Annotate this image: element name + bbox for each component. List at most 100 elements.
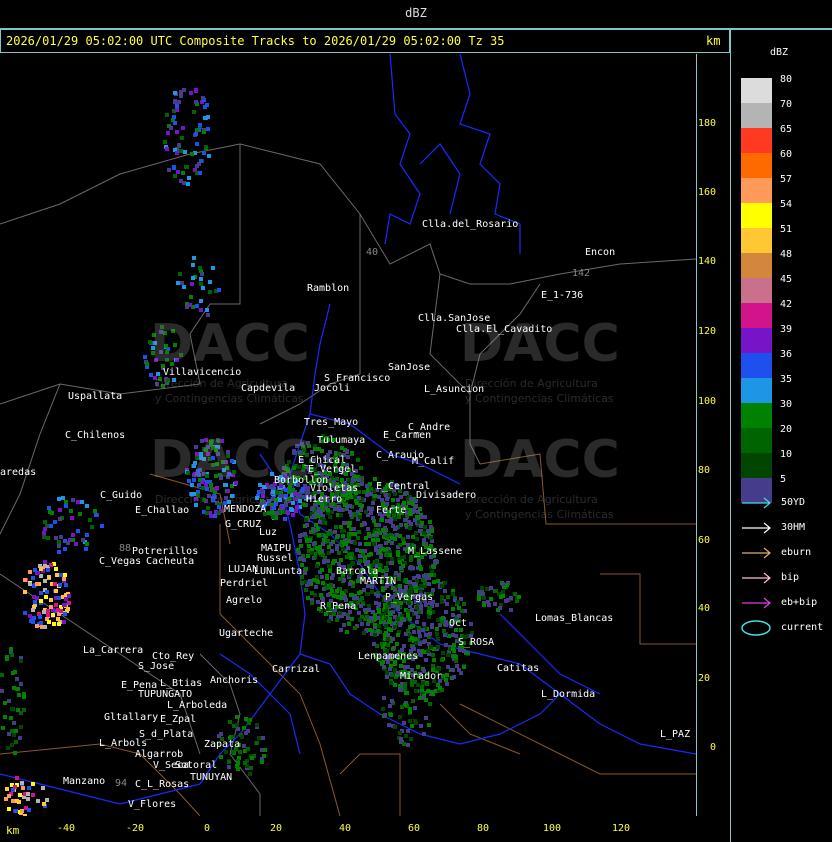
place-label: Agrelo (226, 595, 263, 606)
place-label: E_Vergel (308, 464, 357, 475)
radar-echo-pixel (486, 600, 490, 604)
radar-echo-pixel (432, 565, 436, 569)
radar-echo-pixel (180, 281, 184, 285)
radar-echo-pixel (326, 539, 330, 543)
radar-echo-pixel (300, 581, 304, 585)
radar-echo-pixel (43, 527, 47, 531)
radar-echo-pixel (365, 484, 369, 488)
radar-echo-pixel (1, 726, 5, 730)
radar-echo-pixel (329, 583, 333, 587)
radar-echo-pixel (408, 512, 412, 516)
radar-echo-pixel (440, 600, 444, 604)
radar-echo-pixel (42, 802, 46, 806)
radar-echo-pixel (381, 528, 385, 532)
dbz-swatch (741, 253, 772, 278)
place-label: Oct (449, 618, 468, 629)
radar-echo-pixel (360, 596, 364, 600)
dbz-swatch-label: 35 (780, 374, 793, 385)
y-tick-label: 80 (698, 465, 711, 476)
radar-echo-pixel (410, 724, 414, 728)
radar-echo-pixel (302, 558, 306, 562)
radar-echo-pixel (175, 130, 179, 134)
radar-echo-pixel (165, 147, 169, 151)
radar-echo-pixel (310, 591, 314, 595)
dbz-swatch (741, 103, 772, 128)
radar-echo-pixel (326, 559, 330, 563)
radar-echo-pixel (31, 793, 35, 797)
radar-echo-pixel (81, 538, 85, 542)
radar-echo-pixel (176, 170, 180, 174)
watermark-line2-2: y Contingencias Climáticas (465, 392, 614, 405)
place-label: E_Zpal (160, 714, 197, 725)
radar-echo-pixel (456, 600, 460, 604)
radar-echo-pixel (451, 654, 455, 658)
radar-echo-pixel (402, 644, 406, 648)
radar-echo-pixel (231, 750, 235, 754)
radar-echo-pixel (145, 362, 149, 366)
radar-echo-pixel (63, 573, 67, 577)
place-label: Sotoral (175, 760, 218, 771)
radar-echo-pixel (406, 609, 410, 613)
radar-echo-pixel (189, 295, 193, 299)
radar-echo-pixel (451, 633, 455, 637)
radar-echo-pixel (250, 756, 254, 760)
radar-echo-pixel (62, 620, 66, 624)
radar-echo-pixel (357, 496, 361, 500)
radar-echo-pixel (7, 699, 11, 703)
track-label: 30HM (781, 522, 806, 533)
radar-echo-pixel (342, 612, 346, 616)
radar-echo-pixel (360, 482, 364, 486)
radar-echo-pixel (173, 174, 177, 178)
radar-echo-pixel (211, 266, 215, 270)
place-label: L_Btias (160, 678, 203, 689)
radar-echo-pixel (339, 513, 343, 517)
radar-echo-pixel (513, 592, 517, 596)
y-tick-label: 20 (698, 673, 711, 684)
place-label: G_CRUZ (225, 519, 262, 530)
radar-echo-pixel (411, 566, 415, 570)
radar-echo-pixel (247, 721, 251, 725)
radar-echo-pixel (240, 735, 244, 739)
radar-echo-pixel (371, 501, 375, 505)
radar-echo-pixel (189, 91, 193, 95)
radar-echo-pixel (228, 720, 232, 724)
radar-echo-pixel (272, 506, 276, 510)
radar-echo-pixel (317, 447, 321, 451)
track-label: 50YD (781, 497, 806, 508)
radar-echo-pixel (62, 577, 66, 581)
radar-echo-pixel (353, 626, 357, 630)
radar-echo-pixel (441, 651, 445, 655)
radar-echo-pixel (58, 517, 62, 521)
radar-echo-pixel (31, 576, 35, 580)
radar-echo-pixel (336, 595, 340, 599)
radar-echo-pixel (413, 518, 417, 522)
radar-echo-pixel (480, 586, 484, 590)
radar-echo-pixel (359, 604, 363, 608)
track-label: current (781, 622, 824, 633)
place-label: E_Challao (135, 505, 190, 516)
place-label: Gltallary (104, 712, 159, 723)
radar-echo-pixel (59, 609, 63, 613)
radar-echo-pixel (343, 595, 347, 599)
radar-echo-pixel (26, 797, 30, 801)
radar-echo-pixel (3, 701, 7, 705)
radar-echo-pixel (58, 583, 62, 587)
radar-echo-pixel (398, 543, 402, 547)
radar-echo-pixel (358, 618, 362, 622)
radar-echo-pixel (427, 723, 431, 727)
radar-echo-pixel (419, 724, 423, 728)
radar-echo-pixel (364, 536, 368, 540)
radar-echo-pixel (426, 689, 430, 693)
radar-echo-pixel (428, 520, 432, 524)
radar-echo-pixel (509, 608, 513, 612)
radar-echo-pixel (428, 611, 432, 615)
y-tick-label: 40 (698, 603, 711, 614)
radar-echo-pixel (238, 750, 242, 754)
radar-echo-pixel (389, 713, 393, 717)
radar-echo-pixel (398, 560, 402, 564)
radar-echo-pixel (408, 719, 412, 723)
radar-echo-pixel (401, 564, 405, 568)
radar-echo-pixel (320, 568, 324, 572)
radar-echo-pixel (67, 594, 71, 598)
radar-echo-pixel (360, 622, 364, 626)
